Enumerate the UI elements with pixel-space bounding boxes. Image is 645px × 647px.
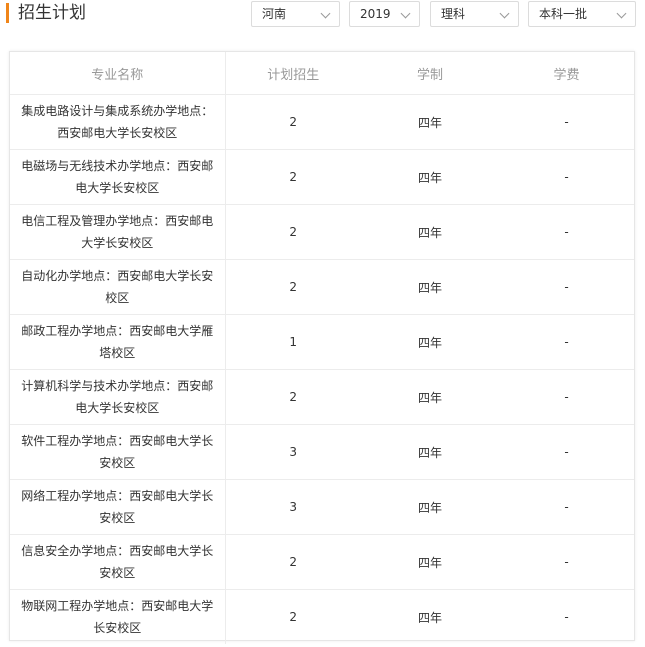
tuition: - (499, 314, 634, 370)
plan-count: 2 (225, 369, 361, 425)
duration: 四年 (361, 204, 499, 260)
chevron-down-icon (616, 8, 627, 19)
major-name: 网络工程办学地点：西安邮电大学长安校区 (10, 479, 226, 535)
major-name: 邮政工程办学地点：西安邮电大学雁塔校区 (10, 314, 226, 370)
tuition: - (499, 534, 634, 590)
table-row: 信息安全办学地点：西安邮电大学长安校区 2 四年 - (10, 534, 634, 590)
table-row: 计算机科学与技术办学地点：西安邮电大学长安校区 2 四年 - (10, 369, 634, 425)
plan-count: 2 (225, 259, 361, 315)
major-name: 物联网工程办学地点：西安邮电大学长安校区 (10, 589, 226, 644)
plan-count: 2 (225, 149, 361, 205)
major-name: 集成电路设计与集成系统办学地点：西安邮电大学长安校区 (10, 94, 226, 150)
year-select-value: 2019 (360, 7, 391, 21)
major-name: 电磁场与无线技术办学地点：西安邮电大学长安校区 (10, 149, 226, 205)
duration: 四年 (361, 149, 499, 205)
major-name: 信息安全办学地点：西安邮电大学长安校区 (10, 534, 226, 590)
table-row: 物联网工程办学地点：西安邮电大学长安校区 2 四年 - (10, 589, 634, 644)
table-row: 电信工程及管理办学地点：西安邮电大学长安校区 2 四年 - (10, 204, 634, 260)
plan-count: 2 (225, 94, 361, 150)
table-header-row: 专业名称 计划招生 学制 学费 (10, 52, 634, 95)
chevron-down-icon (400, 8, 411, 19)
header-plan-count: 计划招生 (225, 52, 361, 95)
province-select-value: 河南 (262, 7, 287, 21)
province-select[interactable]: 河南 (251, 1, 340, 27)
duration: 四年 (361, 424, 499, 480)
tuition: - (499, 149, 634, 205)
table-row: 网络工程办学地点：西安邮电大学长安校区 3 四年 - (10, 479, 634, 535)
page-header: 招生计划 河南 2019 理科 本科一批 (0, 0, 645, 36)
table-row: 电磁场与无线技术办学地点：西安邮电大学长安校区 2 四年 - (10, 149, 634, 205)
tuition: - (564, 610, 569, 624)
duration: 四年 (361, 94, 499, 150)
major-name: 软件工程办学地点：西安邮电大学长安校区 (10, 424, 226, 480)
major-name: 自动化办学地点：西安邮电大学长安校区 (10, 259, 226, 315)
duration: 四年 (361, 479, 499, 535)
duration: 四年 (417, 610, 442, 625)
plan-count: 2 (289, 610, 298, 624)
duration: 四年 (361, 314, 499, 370)
table-row: 集成电路设计与集成系统办学地点：西安邮电大学长安校区 2 四年 - (10, 94, 634, 150)
tuition: - (499, 479, 634, 535)
header-major-name: 专业名称 (10, 52, 226, 95)
chevron-down-icon (320, 8, 331, 19)
tuition: - (499, 94, 634, 150)
tuition: - (499, 259, 634, 315)
plan-count: 3 (225, 424, 361, 480)
duration: 四年 (361, 369, 499, 425)
chevron-down-icon (499, 8, 510, 19)
duration: 四年 (361, 259, 499, 315)
major-name: 电信工程及管理办学地点：西安邮电大学长安校区 (10, 204, 226, 260)
plan-count: 3 (225, 479, 361, 535)
duration: 四年 (361, 534, 499, 590)
table-row: 邮政工程办学地点：西安邮电大学雁塔校区 1 四年 - (10, 314, 634, 370)
year-select[interactable]: 2019 (349, 1, 420, 27)
subject-select-value: 理科 (441, 7, 466, 21)
tuition: - (499, 424, 634, 480)
table-row: 软件工程办学地点：西安邮电大学长安校区 3 四年 - (10, 424, 634, 480)
page-title: 招生计划 (18, 3, 86, 23)
header-tuition: 学费 (499, 52, 634, 95)
plan-count: 1 (225, 314, 361, 370)
batch-select[interactable]: 本科一批 (528, 1, 636, 27)
enrollment-plan-table: 专业名称 计划招生 学制 学费 集成电路设计与集成系统办学地点：西安邮电大学长安… (9, 51, 635, 644)
batch-select-value: 本科一批 (539, 7, 588, 21)
tuition: - (499, 204, 634, 260)
subject-select[interactable]: 理科 (430, 1, 519, 27)
plan-count: 2 (225, 204, 361, 260)
header-duration: 学制 (361, 52, 499, 95)
title-accent-bar (6, 3, 9, 23)
tuition: - (499, 369, 634, 425)
plan-count: 2 (225, 534, 361, 590)
table-row: 自动化办学地点：西安邮电大学长安校区 2 四年 - (10, 259, 634, 315)
major-name: 计算机科学与技术办学地点：西安邮电大学长安校区 (10, 369, 226, 425)
